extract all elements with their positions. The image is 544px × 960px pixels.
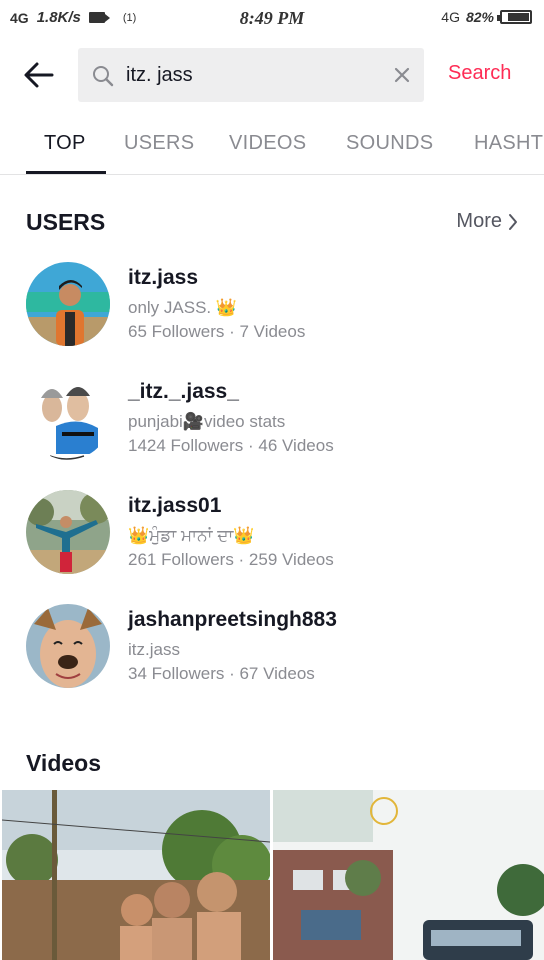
user-result-item[interactable]: itz.jass only JASS. 👑 65 Followers · 7 V… (0, 262, 544, 362)
user-stats: 1424 Followers · 46 Videos (128, 436, 334, 455)
user-bio: itz.jass (128, 640, 180, 659)
tab-top[interactable]: TOP (44, 132, 86, 155)
battery-percent: 82% (465, 9, 494, 25)
tab-users[interactable]: USERS (124, 132, 194, 155)
user-bio: punjabi🎥video stats (128, 412, 286, 431)
avatar (26, 490, 110, 574)
more-users-button[interactable]: More (456, 210, 518, 233)
user-result-item[interactable]: _itz._.jass_ punjabi🎥video stats 1424 Fo… (0, 376, 544, 476)
arrow-left-icon (24, 62, 54, 88)
videos-section-title: Videos (26, 750, 101, 776)
user-name: _itz._.jass_ (128, 380, 239, 403)
tab-bar: TOP USERS VIDEOS SOUNDS HASHT (0, 112, 544, 175)
search-box[interactable] (78, 48, 424, 102)
active-tab-indicator (26, 171, 106, 174)
tab-hashtags[interactable]: HASHT (474, 132, 543, 155)
video-thumbnail[interactable] (273, 790, 544, 960)
user-bio: 👑ਮੁੰਡਾ ਮਾਨਾਂ ਦਾ👑 (128, 526, 255, 545)
status-right: 4G 82% (441, 9, 532, 25)
more-label: More (456, 210, 502, 232)
user-stats: 34 Followers · 67 Videos (128, 664, 315, 683)
clear-icon[interactable] (394, 67, 410, 83)
avatar (26, 376, 110, 460)
battery-icon (497, 10, 532, 24)
search-icon (93, 66, 114, 87)
user-name: itz.jass (128, 266, 199, 289)
video-thumbnail[interactable] (2, 790, 270, 960)
tab-sounds[interactable]: SOUNDS (346, 132, 433, 155)
avatar (26, 262, 110, 346)
search-button[interactable]: Search (448, 62, 511, 85)
chevron-right-icon (509, 213, 517, 230)
users-section-title: USERS (26, 209, 106, 235)
tab-videos[interactable]: VIDEOS (229, 132, 306, 155)
user-result-item[interactable]: jashanpreetsingh883 itz.jass 34 Follower… (0, 604, 544, 704)
user-stats: 65 Followers · 7 Videos (128, 322, 306, 341)
avatar (26, 604, 110, 688)
user-bio: only JASS. 👑 (128, 298, 238, 317)
status-bar: 4G 1.8K/s (1) 8:49 PM 4G 82% (0, 0, 544, 36)
user-name: itz.jass01 (128, 494, 222, 517)
signal-indicator: 4G (441, 9, 460, 25)
user-stats: 261 Followers · 259 Videos (128, 550, 334, 569)
user-name: jashanpreetsingh883 (128, 608, 337, 631)
back-button[interactable] (22, 58, 56, 92)
search-input[interactable] (126, 58, 376, 92)
user-result-item[interactable]: itz.jass01 👑ਮੁੰਡਾ ਮਾਨਾਂ ਦਾ👑 261 Follower… (0, 490, 544, 590)
